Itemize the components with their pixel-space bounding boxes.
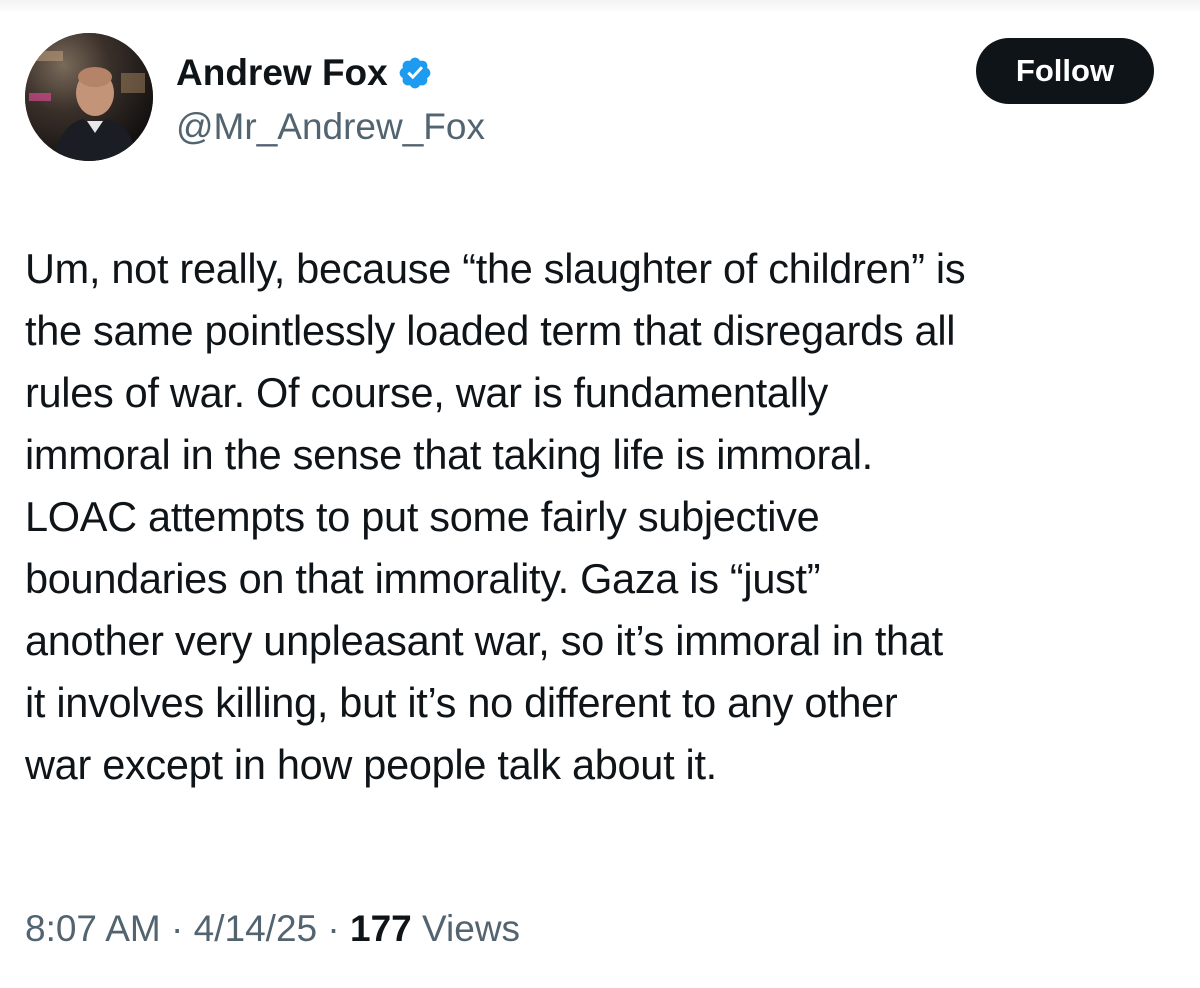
meta-separator: · <box>171 908 184 949</box>
tweet-date[interactable]: 4/14/25 <box>194 908 317 949</box>
author-display-name[interactable]: Andrew Fox <box>176 52 388 94</box>
tweet-text-line: the same pointlessly loaded term that di… <box>25 307 956 354</box>
tweet-text-line: war except in how people talk about it. <box>25 741 717 788</box>
tweet-text-line: it involves killing, but it’s no differe… <box>25 679 898 726</box>
avatar[interactable] <box>25 33 153 161</box>
follow-button[interactable]: Follow <box>976 38 1154 104</box>
tweet-text-line: boundaries on that immorality. Gaza is “… <box>25 555 821 602</box>
author-name-row: Andrew Fox <box>176 52 433 94</box>
meta-separator: · <box>327 908 340 949</box>
views-label[interactable]: Views <box>422 908 520 949</box>
tweet-time[interactable]: 8:07 AM <box>25 908 161 949</box>
tweet-meta: 8:07 AM · 4/14/25 · 177 Views <box>25 902 520 956</box>
tweet-text: Um, not really, because “the slaughter o… <box>25 238 1185 796</box>
views-count[interactable]: 177 <box>350 908 412 949</box>
verified-badge-icon[interactable] <box>397 55 433 91</box>
avatar-photo <box>25 33 153 161</box>
tweet-card: Andrew Fox @Mr_Andrew_Fox Follow Um, not… <box>0 0 1200 988</box>
tweet-text-line: another very unpleasant war, so it’s imm… <box>25 617 943 664</box>
tweet-text-line: rules of war. Of course, war is fundamen… <box>25 369 829 416</box>
tweet-text-line: immoral in the sense that taking life is… <box>25 431 873 478</box>
tweet-text-line: Um, not really, because “the slaughter o… <box>25 245 966 292</box>
tweet-text-line: LOAC attempts to put some fairly subject… <box>25 493 820 540</box>
author-handle[interactable]: @Mr_Andrew_Fox <box>176 106 485 148</box>
